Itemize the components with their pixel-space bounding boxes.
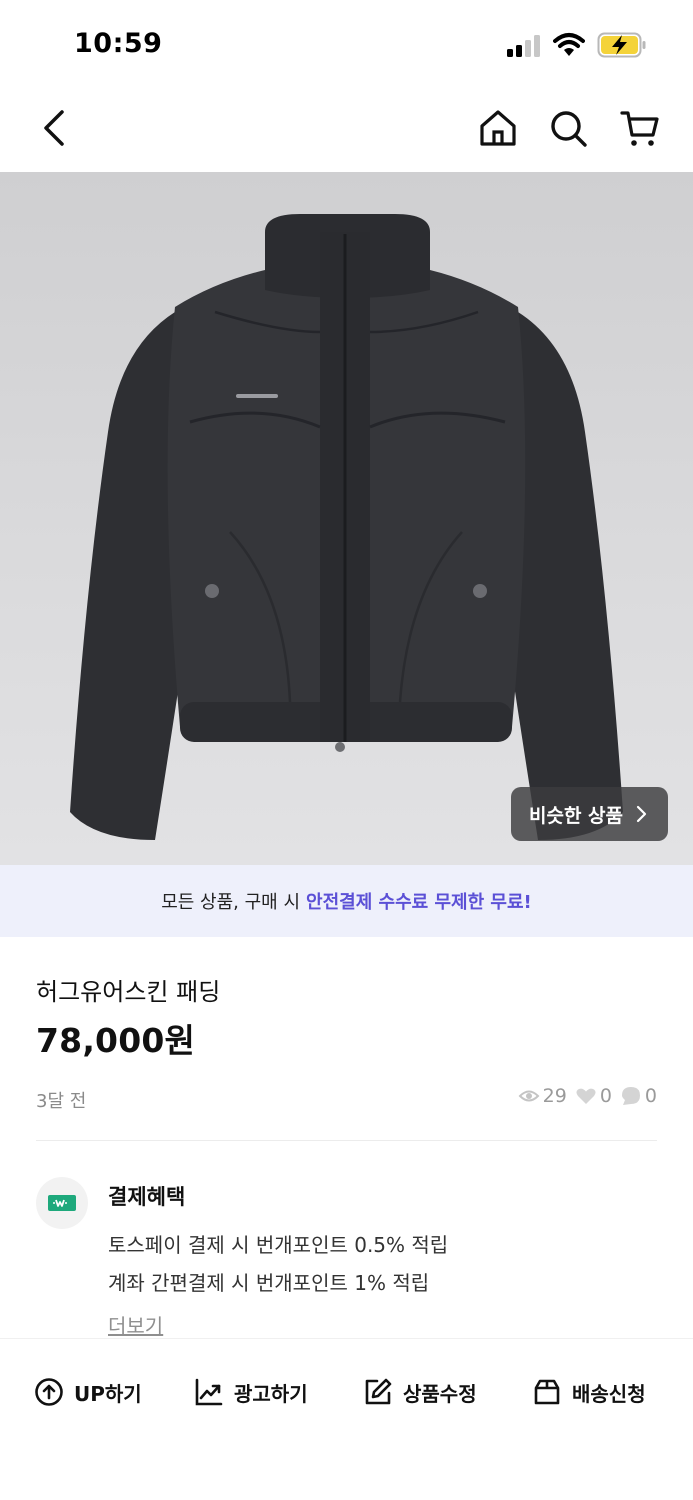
edit-product-button[interactable]: 상품수정 — [363, 1377, 477, 1407]
signal-icon — [507, 35, 540, 57]
posted-time: 3달 전 — [36, 1091, 87, 1112]
status-time: 10:59 — [74, 28, 163, 59]
battery-charging-icon — [597, 32, 646, 58]
banner-text: 모든 상품, 구매 시 — [161, 892, 301, 913]
likes-stat[interactable]: 0 — [575, 1085, 612, 1107]
nav-bar — [0, 90, 693, 172]
advertise-button[interactable]: 광고하기 — [194, 1377, 308, 1407]
similar-products-button[interactable]: 비슷한 상품 — [511, 787, 668, 841]
box-icon — [534, 1379, 560, 1405]
likes-count: 0 — [599, 1085, 612, 1107]
benefit-toss-pay: 토스페이 결제 시 번개포인트 0.5% 적립 — [108, 1233, 449, 1257]
chat-bubble-icon — [621, 1087, 640, 1105]
product-title: 허그유어스킨 패딩 — [36, 978, 221, 1006]
home-icon[interactable] — [477, 107, 519, 149]
views-stat: 29 — [518, 1085, 567, 1107]
edit-pencil-icon — [365, 1378, 392, 1405]
product-price: 78,000원 — [36, 1021, 196, 1060]
advertise-label: 광고하기 — [234, 1381, 308, 1406]
similar-products-label: 비슷한 상품 — [529, 804, 624, 827]
chats-stat: 0 — [620, 1085, 657, 1107]
chats-count: 0 — [644, 1085, 657, 1107]
views-count: 29 — [542, 1085, 567, 1107]
shipping-request-button[interactable]: 배송신청 — [532, 1377, 646, 1407]
more-link[interactable]: 더보기 — [108, 1310, 163, 1339]
product-image[interactable]: 비슷한 상품 — [0, 172, 693, 865]
back-chevron-icon[interactable] — [36, 106, 76, 150]
divider — [36, 1140, 657, 1141]
status-bar: 10:59 — [0, 0, 693, 90]
search-icon[interactable] — [547, 107, 589, 149]
up-button[interactable]: UP하기 — [34, 1377, 142, 1407]
trend-chart-icon — [195, 1378, 223, 1406]
benefit-icon-wrap — [36, 1177, 88, 1229]
benefit-account-pay: 계좌 간편결제 시 번개포인트 1% 적립 — [108, 1271, 430, 1295]
bottom-action-bar: UP하기 광고하기 상품수정 배송신청 — [0, 1338, 693, 1500]
wifi-icon — [553, 33, 585, 56]
eye-icon — [518, 1090, 540, 1102]
jacket-photo — [70, 214, 623, 840]
safe-payment-banner[interactable]: 모든 상품, 구매 시 안전결제 수수료 무제한 무료! — [0, 865, 693, 937]
banner-highlight: 안전결제 수수료 무제한 무료! — [306, 892, 532, 913]
product-stats: 29 0 0 — [518, 1085, 657, 1107]
benefit-title: 결제혜택 — [108, 1185, 186, 1209]
heart-icon — [576, 1088, 596, 1104]
edit-product-label: 상품수정 — [403, 1381, 477, 1406]
shipping-request-label: 배송신청 — [572, 1381, 646, 1406]
up-label: UP하기 — [74, 1381, 142, 1406]
cart-icon[interactable] — [619, 107, 661, 149]
arrow-up-circle-icon — [35, 1378, 63, 1406]
payment-wallet-icon — [48, 1195, 76, 1211]
chevron-right-icon — [636, 805, 647, 823]
